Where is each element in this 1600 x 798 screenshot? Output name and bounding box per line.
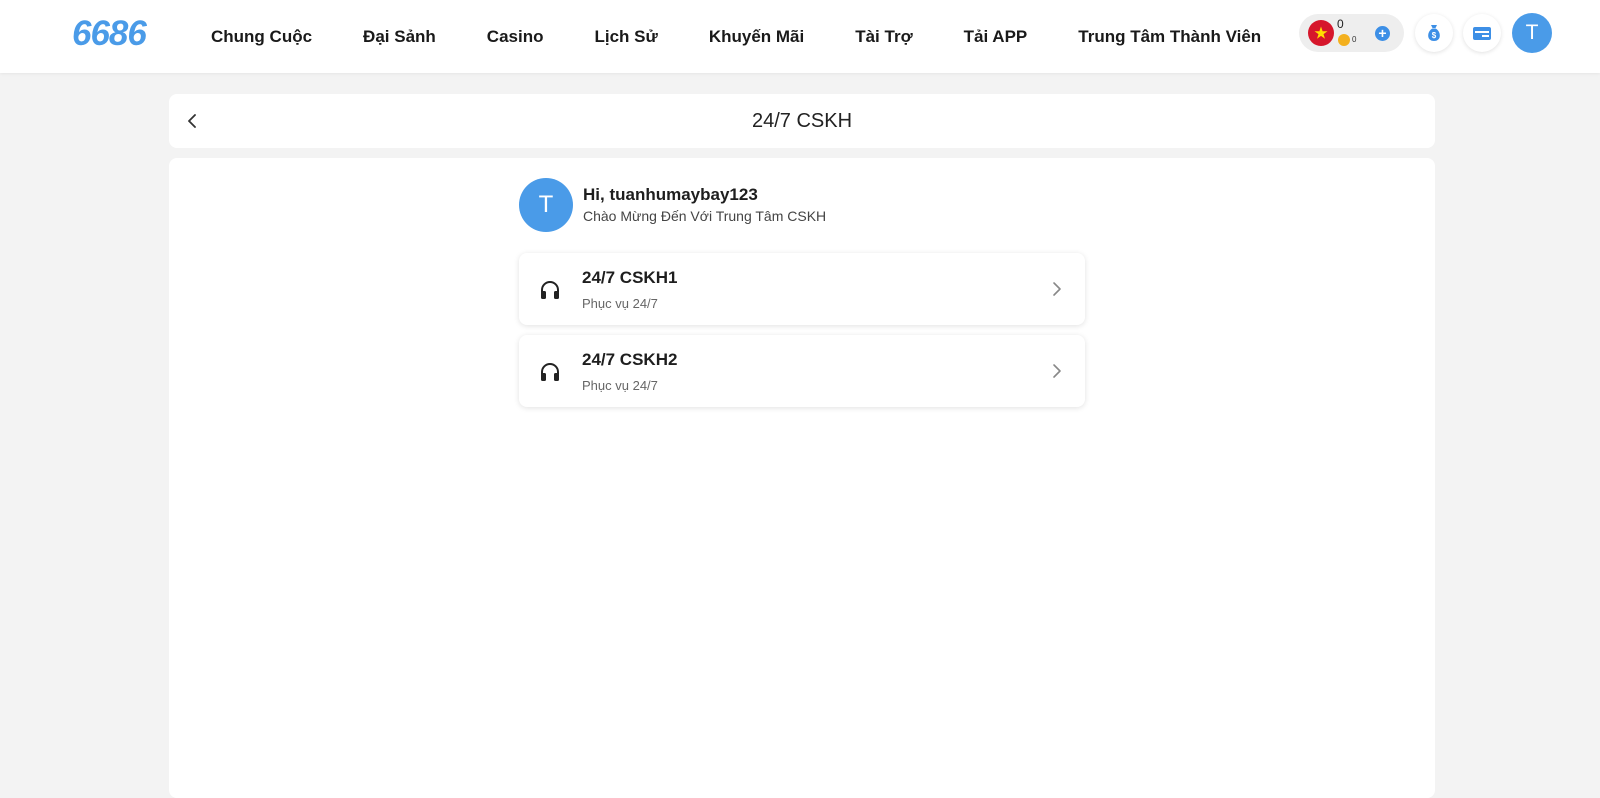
site-logo[interactable]: 6686 bbox=[72, 14, 147, 54]
service-description: Phục vụ 24/7 bbox=[582, 378, 658, 393]
nav-item-tai-tro[interactable]: Tài Trợ bbox=[855, 27, 912, 47]
greeting-subtitle: Chào Mừng Đến Với Trung Tâm CSKH bbox=[583, 208, 827, 224]
service-item-cskh2[interactable]: 24/7 CSKH2 Phục vụ 24/7 bbox=[519, 335, 1085, 407]
svg-text:$: $ bbox=[1432, 31, 1437, 40]
main-nav: Chung Cuộc Đại Sảnh Casino Lịch Sử Khuyế… bbox=[211, 0, 1261, 73]
nav-item-casino[interactable]: Casino bbox=[487, 27, 544, 47]
coin-icon bbox=[1338, 34, 1350, 46]
chevron-right-icon bbox=[1053, 282, 1061, 296]
chevron-right-icon bbox=[1053, 364, 1061, 378]
nav-item-dai-sanh[interactable]: Đại Sảnh bbox=[363, 27, 436, 47]
page-title-bar: 24/7 CSKH bbox=[169, 94, 1435, 148]
coin-balance: 0 bbox=[1352, 35, 1357, 44]
top-navigation-bar: 6686 Chung Cuộc Đại Sảnh Casino Lịch Sử … bbox=[0, 0, 1600, 73]
nav-item-trung-tam-thanh-vien[interactable]: Trung Tâm Thành Viên bbox=[1078, 27, 1261, 47]
money-bag-button[interactable]: $ bbox=[1415, 14, 1453, 52]
service-description: Phục vụ 24/7 bbox=[582, 296, 658, 311]
headphones-icon bbox=[541, 363, 559, 381]
deposit-plus-button[interactable]: + bbox=[1375, 26, 1390, 41]
nav-item-chung-cuoc[interactable]: Chung Cuộc bbox=[211, 27, 312, 47]
service-item-cskh1[interactable]: 24/7 CSKH1 Phục vụ 24/7 bbox=[519, 253, 1085, 325]
money-bag-icon: $ bbox=[1428, 25, 1440, 41]
vietnam-flag-icon bbox=[1308, 20, 1334, 46]
nav-item-khuyen-mai[interactable]: Khuyến Mãi bbox=[709, 27, 804, 47]
card-button[interactable] bbox=[1463, 14, 1501, 52]
greeting-avatar: T bbox=[519, 178, 573, 232]
wallet-balance: 0 bbox=[1337, 17, 1344, 31]
greeting-title: Hi, tuanhumaybay123 bbox=[583, 185, 758, 204]
card-icon bbox=[1473, 27, 1491, 40]
wallet-widget[interactable]: 0 0 + bbox=[1299, 14, 1404, 52]
nav-item-tai-app[interactable]: Tải APP bbox=[964, 27, 1028, 47]
service-name: 24/7 CSKH2 bbox=[582, 350, 678, 369]
user-avatar[interactable]: T bbox=[1512, 13, 1552, 53]
headphones-icon bbox=[541, 281, 559, 299]
nav-item-lich-su[interactable]: Lịch Sử bbox=[594, 27, 657, 47]
page-title: 24/7 CSKH bbox=[751, 110, 853, 132]
support-center-panel: T Hi, tuanhumaybay123 Chào Mừng Đến Với … bbox=[169, 158, 1435, 798]
service-name: 24/7 CSKH1 bbox=[582, 268, 678, 287]
